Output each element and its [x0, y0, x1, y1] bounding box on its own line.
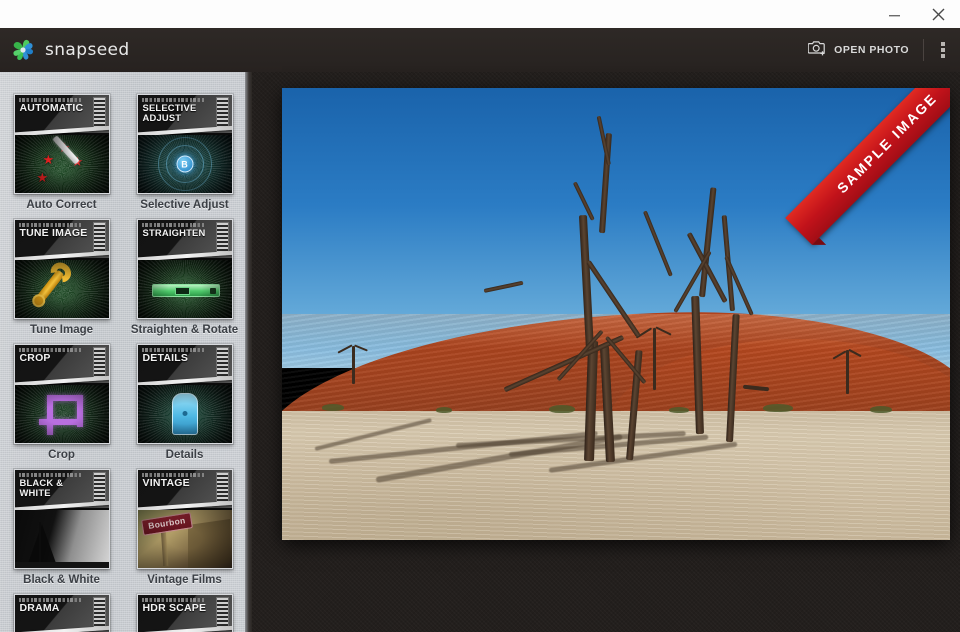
tile-microtext — [141, 347, 204, 352]
open-photo-label: OPEN PHOTO — [834, 44, 909, 56]
filter-item-drama[interactable]: DRAMA Drama — [0, 594, 123, 632]
editor-toolbar: Compare Revert Save — [504, 628, 960, 632]
tile-title: STRAIGHTEN — [142, 227, 206, 238]
filter-tile[interactable]: HDR SCAPE — [136, 594, 233, 632]
filter-tile[interactable]: CROP — [13, 344, 110, 444]
tile-title: DETAILS — [142, 352, 189, 364]
tile-artwork — [137, 385, 232, 443]
tile-title: BLACK & WHITE — [19, 477, 64, 499]
filter-tile[interactable]: AUTOMATIC ★ ★ ★ ★ — [13, 94, 110, 194]
tile-artwork: Bourbon — [137, 510, 232, 568]
snapseed-window: snapseed OPEN PHOTO AUTOMATIC Auto Corre… — [0, 0, 960, 632]
filter-item-straighten-rotate[interactable]: STRAIGHTEN Straighten & Rotate — [123, 219, 246, 336]
app-header-actions: OPEN PHOTO — [796, 28, 960, 72]
tile-barcode-icon — [215, 597, 229, 630]
filter-label: Auto Correct — [26, 199, 97, 211]
filter-tile[interactable]: STRAIGHTEN — [136, 219, 233, 319]
photo-viewport[interactable]: SAMPLE IMAGE — [282, 88, 950, 540]
filter-label: Vintage Films — [147, 574, 222, 586]
tile-artwork — [14, 510, 109, 568]
window-title-bar — [0, 0, 960, 28]
brand: snapseed — [10, 37, 130, 63]
camera-add-icon — [807, 39, 827, 61]
filter-item-tune-image[interactable]: TUNE IMAGE Tune Image — [0, 219, 123, 336]
filter-label: Tune Image — [29, 324, 94, 336]
filter-label: Black & White — [23, 574, 100, 586]
tile-microtext — [141, 597, 204, 602]
eiffel-tower-icon — [26, 524, 57, 566]
filter-label: Straighten & Rotate — [130, 324, 239, 336]
tile-microtext — [141, 222, 204, 227]
filter-tile[interactable]: DRAMA — [13, 594, 110, 632]
tile-microtext — [141, 97, 204, 102]
editor-canvas: SAMPLE IMAGE Compare — [252, 72, 960, 632]
close-button[interactable] — [916, 0, 960, 28]
minimize-button[interactable] — [872, 0, 916, 28]
filter-item-vintage-films[interactable]: VINTAGE Bourbon Vintage Films — [123, 469, 246, 586]
filter-item-hdr-scape[interactable]: HDR SCAPE HDR Scape — [123, 594, 246, 632]
tile-barcode-icon — [92, 222, 106, 255]
filter-tile[interactable]: SELECTIVE ADJUST B — [136, 94, 233, 194]
tile-title: TUNE IMAGE — [19, 227, 88, 239]
tile-barcode-icon — [215, 97, 229, 130]
tile-title: CROP — [19, 352, 51, 364]
tile-barcode-icon — [215, 347, 229, 380]
tile-microtext — [18, 222, 81, 227]
tile-microtext — [18, 472, 81, 477]
open-photo-button[interactable]: OPEN PHOTO — [796, 28, 921, 72]
filter-item-selective-adjust[interactable]: SELECTIVE ADJUST B Selective Adjust — [123, 94, 246, 211]
filters-sidebar[interactable]: AUTOMATIC ★ ★ ★ ★ Auto Correct — [0, 72, 246, 632]
tile-barcode-icon — [215, 472, 229, 505]
filter-label: Selective Adjust — [140, 199, 229, 211]
snapseed-pinwheel-logo-icon — [10, 37, 36, 63]
tile-microtext — [141, 472, 204, 477]
tile-barcode-icon — [92, 472, 106, 505]
far-tree — [846, 350, 850, 395]
tile-artwork: ★ ★ ★ ★ — [14, 135, 109, 193]
far-tree — [652, 327, 656, 390]
sample-photo: SAMPLE IMAGE — [282, 88, 950, 540]
tile-title: VINTAGE — [142, 477, 190, 489]
far-tree — [352, 345, 355, 384]
tile-artwork: B — [137, 135, 232, 193]
filter-tile-grid: AUTOMATIC ★ ★ ★ ★ Auto Correct — [0, 72, 246, 632]
sidebar-edge — [245, 72, 252, 632]
tile-barcode-icon — [92, 347, 106, 380]
app-header: snapseed OPEN PHOTO — [0, 28, 960, 72]
filter-item-crop[interactable]: CROP Crop — [0, 344, 123, 461]
filter-label: Details — [165, 449, 204, 461]
overflow-menu-icon[interactable] — [926, 28, 960, 72]
tile-artwork — [137, 260, 232, 318]
filter-tile[interactable]: TUNE IMAGE — [13, 219, 110, 319]
tile-artwork — [14, 385, 109, 443]
tile-microtext — [18, 597, 81, 602]
header-divider — [923, 39, 924, 61]
tile-title: DRAMA — [19, 602, 60, 614]
tile-barcode-icon — [92, 597, 106, 630]
filter-tile[interactable]: DETAILS — [136, 344, 233, 444]
filter-tile[interactable]: BLACK & WHITE — [13, 469, 110, 569]
filter-item-details[interactable]: DETAILS Details — [123, 344, 246, 461]
filter-tile[interactable]: VINTAGE Bourbon — [136, 469, 233, 569]
tile-title: SELECTIVE ADJUST — [142, 102, 197, 124]
tile-barcode-icon — [92, 97, 106, 130]
tile-title: HDR SCAPE — [142, 602, 207, 614]
tile-title: AUTOMATIC — [19, 102, 84, 114]
filter-item-auto-correct[interactable]: AUTOMATIC ★ ★ ★ ★ Auto Correct — [0, 94, 123, 211]
filter-label: Crop — [48, 449, 75, 461]
tile-microtext — [18, 97, 81, 102]
tile-artwork — [14, 260, 109, 318]
brand-name: snapseed — [45, 40, 130, 60]
tile-barcode-icon — [215, 222, 229, 255]
filter-item-black-and-white[interactable]: BLACK & WHITE Black & White — [0, 469, 123, 586]
tile-microtext — [18, 347, 81, 352]
